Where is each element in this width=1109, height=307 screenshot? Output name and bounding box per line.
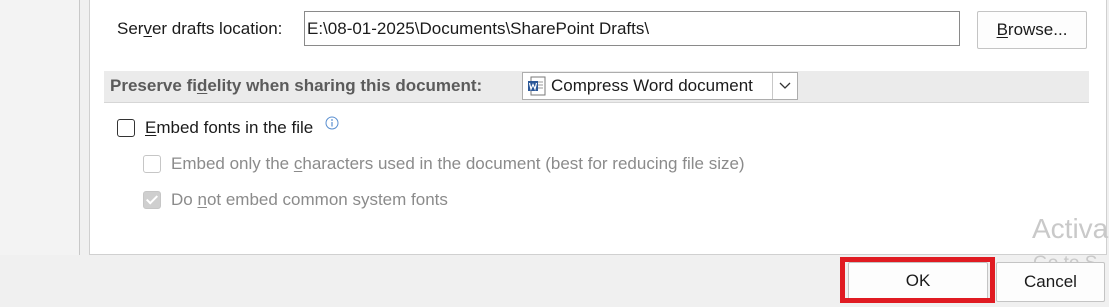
embed-fonts-label-row: Embed fonts in the file <box>145 118 313 138</box>
server-drafts-location-input[interactable]: E:\08-01-2025\Documents\SharePoint Draft… <box>304 11 960 46</box>
server-drafts-label-row: Server drafts location: <box>117 19 282 39</box>
left-navigation-pane <box>0 0 80 255</box>
ok-button-highlight <box>840 257 995 303</box>
do-not-embed-common-fonts-checkbox[interactable] <box>143 191 161 209</box>
fidelity-document-select-value: Compress Word document <box>551 76 753 95</box>
do-not-embed-common-fonts-label-row: Do not embed common system fonts <box>171 190 448 210</box>
do-not-embed-common-fonts-label: Do not embed common system fonts <box>171 190 448 209</box>
server-drafts-label: Server drafts location: <box>117 19 283 38</box>
embed-only-characters-label-row: Embed only the characters used in the do… <box>171 154 745 174</box>
embed-only-characters-label: Embed only the characters used in the do… <box>171 154 745 173</box>
embed-fonts-checkbox[interactable] <box>117 119 135 137</box>
fidelity-document-select[interactable]: Compress Word document <box>522 72 798 100</box>
activation-watermark-title: Activa <box>1032 213 1109 244</box>
cancel-button-label: Cancel <box>1024 272 1077 291</box>
browse-button[interactable]: Browse... <box>977 11 1087 49</box>
preserve-fidelity-title: Preserve fidelity when sharing this docu… <box>110 76 483 95</box>
cancel-button[interactable]: Cancel <box>996 262 1105 302</box>
info-icon[interactable] <box>325 116 339 130</box>
chevron-down-icon[interactable] <box>772 73 797 99</box>
browse-button-label: Browse... <box>996 20 1068 39</box>
embed-fonts-label: Embed fonts in the file <box>145 118 314 137</box>
word-document-icon <box>527 76 547 96</box>
embed-only-characters-checkbox[interactable] <box>143 155 161 173</box>
